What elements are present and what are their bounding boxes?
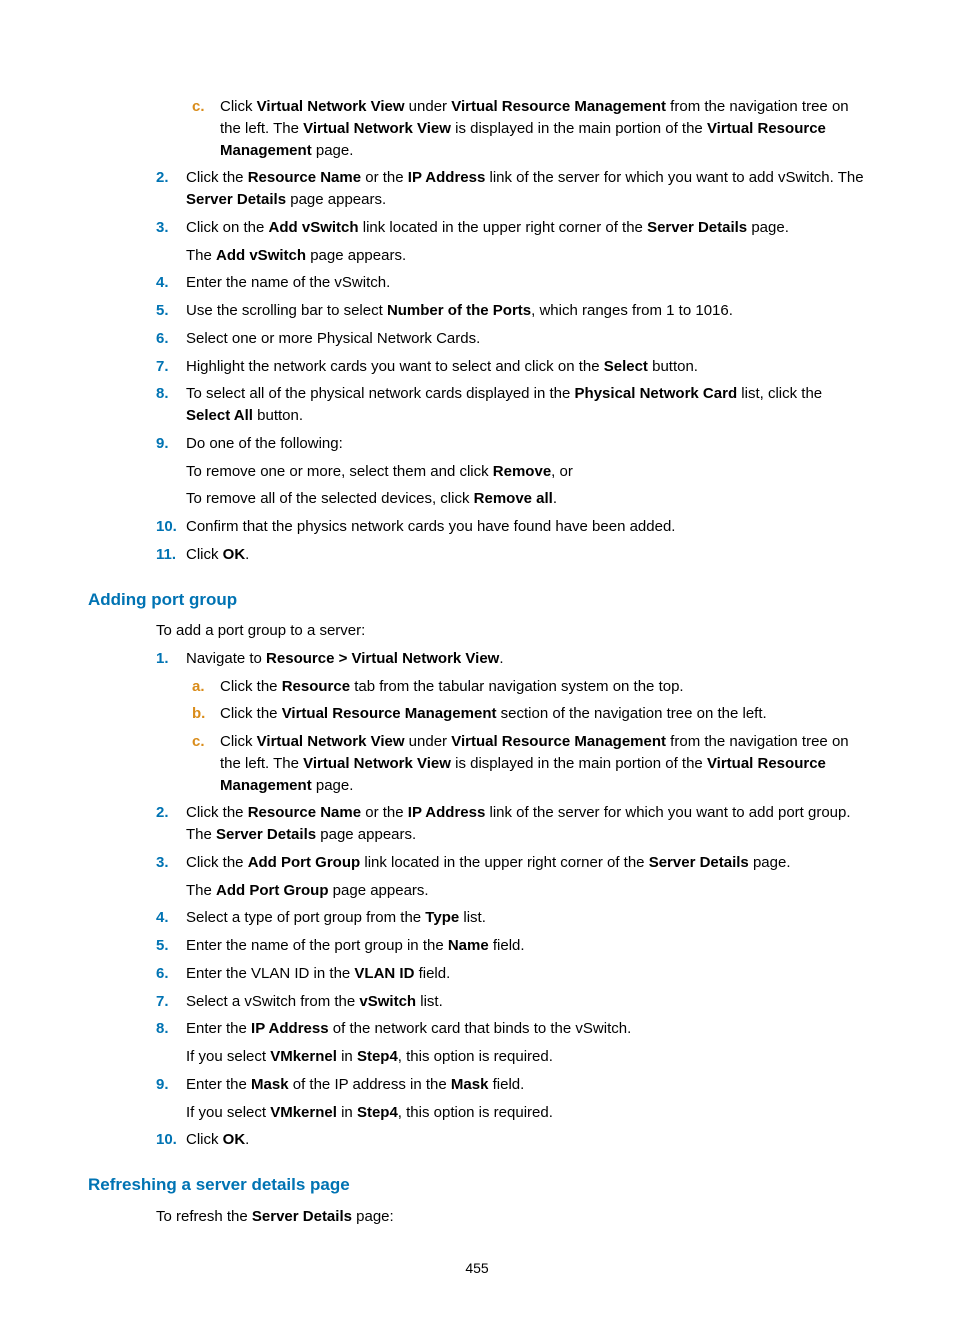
step-3: 3. Click on the Add vSwitch link located… <box>156 217 866 239</box>
step-5: 5. Use the scrolling bar to select Numbe… <box>156 300 866 322</box>
step-7: 7. Highlight the network cards you want … <box>156 356 866 378</box>
pg-step-1: 1. Navigate to Resource > Virtual Networ… <box>156 648 866 670</box>
marker-c: c. <box>192 96 220 161</box>
step-4: 4. Enter the name of the vSwitch. <box>156 272 866 294</box>
pg-step-6: 6. Enter the VLAN ID in the VLAN ID fiel… <box>156 963 866 985</box>
step-8: 8. To select all of the physical network… <box>156 383 866 427</box>
pg-step-3-sub: The Add Port Group page appears. <box>186 880 866 902</box>
pg-step-9-sub: If you select VMkernel in Step4, this op… <box>186 1102 866 1124</box>
step-9-sub2: To remove all of the selected devices, c… <box>186 488 866 510</box>
pg-step-9: 9. Enter the Mask of the IP address in t… <box>156 1074 866 1096</box>
intro-refresh: To refresh the Server Details page: <box>156 1206 866 1228</box>
page-number: 455 <box>88 1258 866 1278</box>
step-9: 9. Do one of the following: <box>156 433 866 455</box>
pg-substep-b: b. Click the Virtual Resource Management… <box>192 703 866 725</box>
step-10: 10. Confirm that the physics network car… <box>156 516 866 538</box>
pg-step-10: 10. Click OK. <box>156 1129 866 1151</box>
pg-step-3: 3. Click the Add Port Group link located… <box>156 852 866 874</box>
substep-c: c. Click Virtual Network View under Virt… <box>192 96 866 161</box>
substep-c-text: Click Virtual Network View under Virtual… <box>220 96 866 161</box>
pg-step-2: 2. Click the Resource Name or the IP Add… <box>156 802 866 846</box>
pg-step-4: 4. Select a type of port group from the … <box>156 907 866 929</box>
pg-step-8: 8. Enter the IP Address of the network c… <box>156 1018 866 1040</box>
pg-step-7: 7. Select a vSwitch from the vSwitch lis… <box>156 991 866 1013</box>
pg-step-8-sub: If you select VMkernel in Step4, this op… <box>186 1046 866 1068</box>
step-3-sub: The Add vSwitch page appears. <box>186 245 866 267</box>
pg-step-5: 5. Enter the name of the port group in t… <box>156 935 866 957</box>
pg-substep-c: c. Click Virtual Network View under Virt… <box>192 731 866 796</box>
intro-port-group: To add a port group to a server: <box>156 620 866 642</box>
step-9-sub1: To remove one or more, select them and c… <box>186 461 866 483</box>
heading-adding-port-group: Adding port group <box>88 588 866 613</box>
step-2: 2. Click the Resource Name or the IP Add… <box>156 167 866 211</box>
step-6: 6. Select one or more Physical Network C… <box>156 328 866 350</box>
pg-substep-a: a. Click the Resource tab from the tabul… <box>192 676 866 698</box>
step-11: 11. Click OK. <box>156 544 866 566</box>
heading-refreshing: Refreshing a server details page <box>88 1173 866 1198</box>
